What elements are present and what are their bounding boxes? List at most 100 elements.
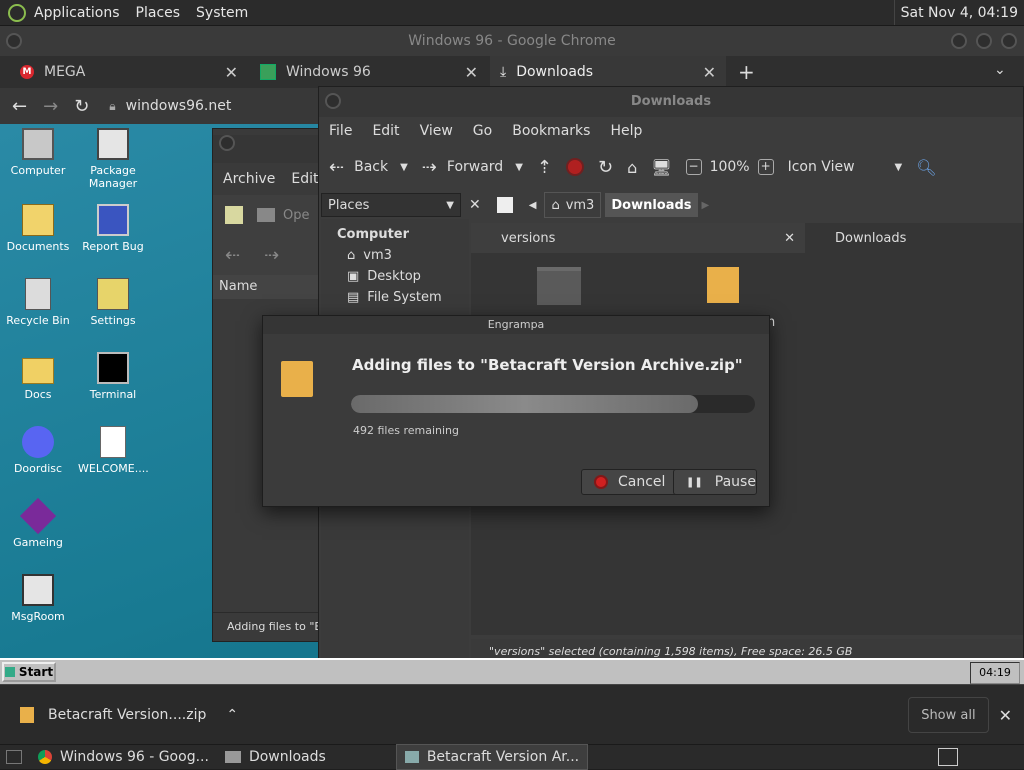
caja-toolbar: ⇠ Back ▼ ⇢ Forward ▼ ⇡ ↻ ⌂ 🖥︎ − 100% + I… xyxy=(319,145,1023,189)
back-arrow-icon[interactable]: ← xyxy=(12,96,27,117)
bookmarks-menu[interactable]: Bookmarks xyxy=(502,123,600,139)
pause-button[interactable]: ❚❚ Pause xyxy=(673,469,757,495)
applications-menu[interactable]: Applications xyxy=(26,0,128,25)
close-tab-icon[interactable]: ✕ xyxy=(703,63,716,82)
open-icon[interactable] xyxy=(257,208,275,222)
desktop-icon-settings[interactable]: Settings xyxy=(78,278,148,327)
new-archive-icon[interactable] xyxy=(225,206,243,224)
places-menu[interactable]: Places xyxy=(128,0,189,25)
engrampa-progress-dialog[interactable]: Engrampa Adding files to "Betacraft Vers… xyxy=(262,315,770,507)
breadcrumb-left-icon[interactable]: ◀ xyxy=(529,200,537,211)
desktop-icon-doordisc[interactable]: Doordisc xyxy=(3,426,73,475)
place-desktop[interactable]: ▣ Desktop xyxy=(347,269,469,284)
engrampa-titlebar[interactable] xyxy=(213,135,321,163)
edit-location-icon[interactable] xyxy=(496,197,513,213)
chevron-down-icon[interactable]: ▼ xyxy=(515,162,523,173)
home-icon[interactable]: ⌂ xyxy=(627,158,637,177)
show-all-button[interactable]: Show all xyxy=(908,697,989,733)
desktop-icon-computer[interactable]: Computer xyxy=(3,128,73,177)
desktop-icon-docs[interactable]: Docs xyxy=(3,352,73,401)
edit-menu[interactable]: Edit xyxy=(362,123,409,139)
computer-icon[interactable]: 🖥︎ xyxy=(651,158,671,177)
task-chrome[interactable]: Windows 96 - Goog... xyxy=(30,745,217,769)
workspace-switcher-icon[interactable] xyxy=(938,748,958,766)
file-menu[interactable]: File xyxy=(319,123,362,139)
new-tab-button[interactable]: + xyxy=(738,60,755,84)
task-engrampa[interactable]: Betacraft Version Ar... xyxy=(395,744,589,770)
maximize-button[interactable] xyxy=(976,33,992,49)
place-vm3[interactable]: ⌂ vm3 xyxy=(347,248,469,263)
zoom-in-icon[interactable]: + xyxy=(757,159,774,175)
close-button[interactable] xyxy=(1001,33,1017,49)
go-menu[interactable]: Go xyxy=(463,123,502,139)
home-icon: ⌂ xyxy=(347,248,356,263)
archive-icon[interactable] xyxy=(707,267,739,303)
window-menu-button[interactable] xyxy=(325,93,341,109)
desktop-icon-terminal[interactable]: Terminal xyxy=(78,352,148,401)
open-button-label[interactable]: Ope xyxy=(283,208,309,223)
tab-versions[interactable]: versions ✕ xyxy=(471,223,805,253)
help-menu[interactable]: Help xyxy=(600,123,652,139)
desktop-icon-msgroom[interactable]: MsgRoom xyxy=(3,574,73,623)
start-button[interactable]: Start xyxy=(2,662,56,682)
caja-titlebar[interactable]: Downloads xyxy=(319,87,1023,117)
tab-downloads[interactable]: Downloads xyxy=(807,223,1023,253)
back-button[interactable]: ⇠ Back ▼ xyxy=(329,157,408,178)
close-icon[interactable]: ✕ xyxy=(999,706,1012,725)
close-tab-icon[interactable]: ✕ xyxy=(225,63,238,82)
chrome-titlebar[interactable]: Windows 96 - Google Chrome xyxy=(0,26,1024,56)
breadcrumb-vm3[interactable]: ⌂ vm3 xyxy=(544,192,602,218)
tab-mega[interactable]: M MEGA ✕ xyxy=(10,56,248,88)
desktop-icon-documents[interactable]: Documents xyxy=(3,204,73,253)
tab-search-chevron-icon[interactable]: ⌄ xyxy=(994,62,1006,78)
forward-button[interactable]: ⇢ Forward ▼ xyxy=(422,157,523,178)
forward-arrow-icon[interactable]: ⇢ xyxy=(264,245,279,266)
place-file-system[interactable]: ▤ File System xyxy=(347,290,469,305)
edit-menu[interactable]: Edit xyxy=(291,171,318,187)
dialog-titlebar[interactable]: Engrampa xyxy=(263,316,769,334)
view-menu[interactable]: View xyxy=(410,123,463,139)
reload-icon[interactable]: ↻ xyxy=(598,157,613,178)
desktop-icon-report-bug[interactable]: Report Bug xyxy=(78,204,148,253)
engrampa-statusbar: Adding files to "Bet xyxy=(213,612,321,641)
forward-arrow-icon[interactable]: → xyxy=(43,96,58,117)
close-tab-icon[interactable]: ✕ xyxy=(465,63,478,82)
folder-icon[interactable] xyxy=(537,267,581,305)
back-arrow-icon[interactable]: ⇠ xyxy=(225,245,240,266)
name-column-header[interactable]: Name xyxy=(213,275,321,299)
breadcrumb-right-icon[interactable]: ▶ xyxy=(702,200,710,211)
show-desktop-icon[interactable] xyxy=(6,750,22,764)
panel-clock[interactable]: Sat Nov 4, 04:19 xyxy=(893,0,1024,25)
minimize-button[interactable] xyxy=(951,33,967,49)
desktop-icon-package-manager[interactable]: Package Manager xyxy=(78,128,148,190)
up-arrow-icon[interactable]: ⇡ xyxy=(537,157,552,178)
tab-windows96[interactable]: Windows 96 ✕ xyxy=(250,56,488,88)
window-menu-button[interactable] xyxy=(219,135,235,151)
search-icon[interactable]: 🔍︎ xyxy=(916,158,936,177)
zoom-control[interactable]: − 100% + xyxy=(685,159,774,175)
sidebar-selector[interactable]: Places ▼ xyxy=(321,193,461,217)
download-item-name[interactable]: Betacraft Version....zip xyxy=(48,707,206,723)
mate-logo-icon[interactable] xyxy=(8,3,26,22)
desktop-icon-welcome[interactable]: WELCOME.... xyxy=(78,426,149,475)
system-menu[interactable]: System xyxy=(188,0,256,25)
close-sidebar-icon[interactable]: ✕ xyxy=(469,197,481,213)
reload-icon[interactable]: ↻ xyxy=(74,96,89,117)
chevron-up-icon[interactable]: ⌃ xyxy=(226,707,238,723)
chevron-down-icon[interactable]: ▼ xyxy=(400,162,408,173)
stop-icon[interactable] xyxy=(566,158,584,176)
address-bar[interactable]: windows96.net xyxy=(126,98,232,114)
tab-downloads[interactable]: ⤓ Downloads ✕ xyxy=(490,56,726,88)
forward-arrow-icon: ⇢ xyxy=(421,156,437,178)
archive-menu[interactable]: Archive xyxy=(223,171,275,187)
chevron-down-icon: ▼ xyxy=(446,199,454,211)
view-mode-select[interactable]: Icon View ▼ xyxy=(788,159,903,175)
task-downloads[interactable]: Downloads xyxy=(217,745,334,769)
cancel-button[interactable]: Cancel xyxy=(581,469,679,495)
close-tab-icon[interactable]: ✕ xyxy=(784,231,795,246)
desktop-icon-gameing[interactable]: Gameing xyxy=(3,497,73,549)
window-menu-button[interactable] xyxy=(6,33,22,49)
desktop-icon-recycle-bin[interactable]: Recycle Bin xyxy=(3,278,73,327)
zoom-out-icon[interactable]: − xyxy=(685,159,702,175)
breadcrumb-downloads[interactable]: Downloads xyxy=(605,193,698,217)
